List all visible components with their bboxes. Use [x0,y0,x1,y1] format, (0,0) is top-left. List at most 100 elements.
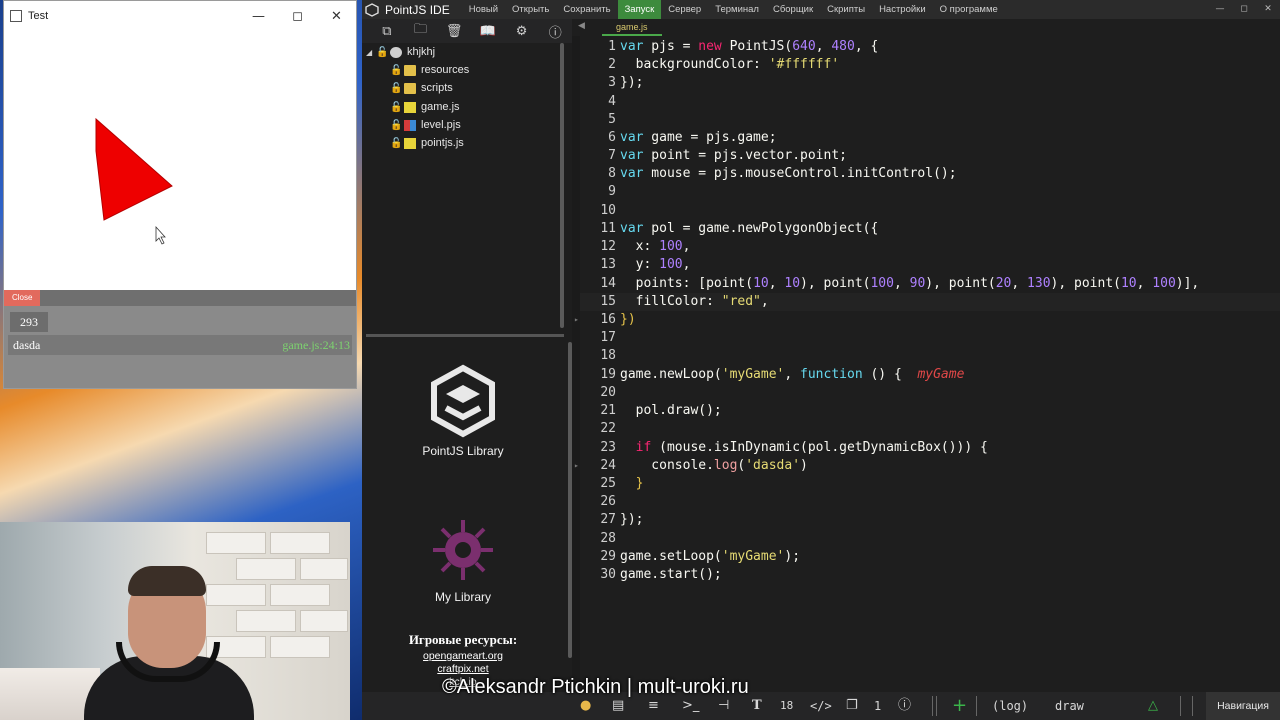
test-titlebar[interactable]: Test — ◻ ✕ [4,1,356,31]
code-line[interactable]: 23 if (mouse.isInDynamic(pol.getDynamicB… [580,439,1280,457]
js-file-icon [404,137,416,149]
code-line[interactable]: 10 [580,202,1280,220]
gear-icon[interactable]: ⚙ [505,19,539,43]
tree-item-pointjs-js[interactable]: 🔓 pointjs.js [390,134,464,152]
code-line[interactable]: 3}); [580,74,1280,92]
code-line[interactable]: 27}); [580,511,1280,529]
console-header [4,290,356,306]
menu-new[interactable]: Новый [462,0,505,19]
draw-snippet-button[interactable]: draw [1055,692,1084,720]
panel-divider[interactable] [366,334,564,337]
tree-item-scripts[interactable]: 🔓 scripts [390,79,453,97]
wall-brick [236,558,296,580]
code-line[interactable]: 20 [580,384,1280,402]
tab-game-js[interactable]: game.js [602,19,662,36]
file-tree: ◢ 🔓 khjkhj 🔓 resources 🔓 scripts 🔓 game.… [362,43,564,333]
library-card-my[interactable]: My Library [362,512,564,604]
plus-icon[interactable]: + [952,692,967,720]
console-panel: Close 293 dasda game.js:24:13 [4,290,356,388]
close-icon[interactable]: ✕ [317,1,356,31]
code-line[interactable]: 8 var mouse = pjs.mouseControl.initContro… [580,165,1280,183]
code-line[interactable]: 14 points: [point(10, 10), point(100, 90… [580,275,1280,293]
file-tree-scrollbar[interactable] [560,43,564,328]
resource-link-opengameart[interactable]: opengameart.org [362,650,564,662]
menu-about[interactable]: О программе [933,0,1005,19]
new-file-icon[interactable]: ⧉ [370,19,404,43]
watermark: ©Aleksandr Ptichkin | mult-uroki.ru [442,676,749,698]
code-line[interactable]: 19 game.newLoop('myGame', function () { m… [580,366,1280,384]
tree-item-game-js[interactable]: 🔓 game.js [390,98,460,116]
code-line[interactable]: 11 var pol = game.newPolygonObject({ [580,220,1280,238]
tree-item-resources[interactable]: 🔓 resources [390,61,469,79]
maximize-icon[interactable]: ◻ [278,1,317,31]
webcam-overlay [0,522,350,720]
log-source-link[interactable]: game.js:24:13 [282,338,350,353]
code-line[interactable]: 25 } [580,475,1280,493]
code-line[interactable]: 13 y: 100, [580,256,1280,274]
fold-marker-icon[interactable]: ▸ [574,457,579,475]
help-icon[interactable]: ⓘ [898,692,911,720]
menu-builder[interactable]: Сборщик [766,0,820,19]
menu-run[interactable]: Запуск [617,0,662,19]
menu-server[interactable]: Сервер [661,0,708,19]
help-icon[interactable]: ⓘ [538,19,572,43]
font-size-icon[interactable]: T [752,692,762,720]
gear-library-icon [433,520,493,580]
close-icon[interactable]: ✕ [1256,0,1280,19]
fold-marker-icon[interactable]: ▸ [574,311,579,329]
resource-link-craftpix[interactable]: craftpix.net [362,663,564,675]
code-line[interactable]: 22 [580,420,1280,438]
minimize-icon[interactable]: — [1208,0,1232,19]
minimize-icon[interactable]: — [239,1,278,31]
navigation-button[interactable]: Навигация [1206,692,1280,720]
lock-icon: 🔓 [390,119,403,131]
wall-brick [206,532,266,554]
tree-label: resources [421,64,470,76]
code-editor[interactable]: 1 var pjs = new PointJS(640, 480, { 2 bac… [574,36,1280,710]
code-line[interactable]: 17 [580,329,1280,347]
log-snippet-button[interactable]: (log) [992,692,1028,720]
lock-icon: 🔓 [390,64,403,76]
game-canvas[interactable] [4,31,356,290]
code-line[interactable]: 29 game.setLoop('myGame'); [580,548,1280,566]
wall-brick [206,584,266,606]
code-line[interactable]: 21 pol.draw(); [580,402,1280,420]
code-line[interactable]: ▸ 16}) [574,311,1280,329]
code-line[interactable]: 18 [580,347,1280,365]
arrow-up-icon[interactable]: △ [1148,692,1158,720]
library-card-pointjs[interactable]: PointJS Library [362,364,564,458]
code-line[interactable]: 6 var game = pjs.game; [580,129,1280,147]
code-line[interactable]: 28 [580,530,1280,548]
menu-settings[interactable]: Настройки [872,0,933,19]
code-line[interactable]: 1 var pjs = new PointJS(640, 480, { [580,38,1280,56]
tree-item-level-pjs[interactable]: 🔓 level.pjs [390,116,461,134]
code-icon[interactable]: </> [810,692,832,720]
menu-open[interactable]: Открыть [505,0,556,19]
code-line-current[interactable]: 15 fillColor: "red", [580,293,1280,311]
menu-terminal[interactable]: Терминал [708,0,766,19]
log-message: dasda [13,338,41,352]
close-button[interactable]: Close [4,290,41,306]
code-line[interactable]: 7 var point = pjs.vector.point; [580,147,1280,165]
trash-icon[interactable]: 🗑 [437,19,471,43]
windows-icon[interactable]: ❐ [846,692,858,720]
new-folder-icon[interactable]: 🗀 [404,19,438,43]
app-icon [10,10,22,22]
code-line[interactable]: 4 [580,93,1280,111]
resources-title: Игровые ресурсы: [408,632,518,647]
code-line[interactable]: 26 [580,493,1280,511]
code-line[interactable]: 30 game.start(); [580,566,1280,584]
chevron-left-icon[interactable]: ◀ [578,21,585,31]
menu-save[interactable]: Сохранить [556,0,617,19]
menu-scripts[interactable]: Скрипты [820,0,872,19]
code-line[interactable]: ▸ 24 console.log('dasda') [574,457,1280,475]
code-line[interactable]: 5 [580,111,1280,129]
code-line[interactable]: 12 x: 100, [580,238,1280,256]
book-icon[interactable]: 📖 [471,19,505,43]
maximize-icon[interactable]: ◻ [1232,0,1256,19]
chevron-down-icon[interactable]: ◢ [366,48,376,57]
code-line[interactable]: 2 backgroundColor: '#ffffff' [580,56,1280,74]
tree-root[interactable]: ◢ 🔓 khjkhj [366,43,435,61]
pointjs-logo-icon [431,364,495,438]
code-line[interactable]: 9 [580,183,1280,201]
